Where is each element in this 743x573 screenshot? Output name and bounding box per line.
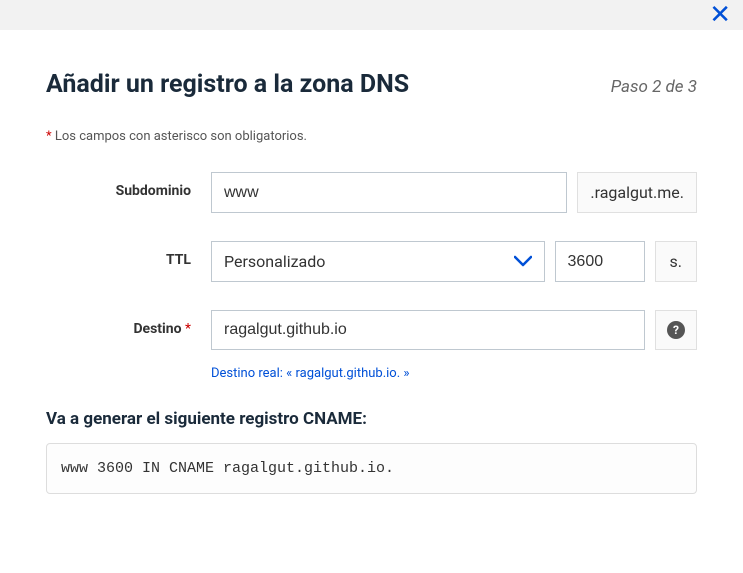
domain-suffix: .ragalgut.me. [577, 172, 697, 213]
close-icon[interactable]: ✕ [709, 2, 731, 28]
destino-input[interactable] [211, 310, 645, 350]
ttl-label: TTL [46, 241, 211, 268]
page-title: Añadir un registro a la zona DNS [46, 70, 409, 99]
help-icon: ? [667, 321, 685, 339]
preview-title: Va a generar el siguiente registro CNAME… [46, 409, 697, 429]
step-indicator: Paso 2 de 3 [611, 77, 697, 97]
required-note: * Los campos con asterisco son obligator… [46, 129, 697, 144]
ttl-select[interactable]: Personalizado [211, 241, 545, 282]
subdomain-input[interactable] [211, 172, 567, 213]
chevron-down-icon [514, 252, 532, 271]
destino-real-note: Destino real: « ragalgut.github.io. » [211, 360, 697, 381]
destino-row: Destino * ? Destino real: « ragalgut.git… [46, 310, 697, 381]
required-text: Los campos con asterisco son obligatorio… [55, 129, 307, 144]
destino-asterisk: * [185, 321, 191, 337]
cname-preview: www 3600 IN CNAME ragalgut.github.io. [46, 443, 697, 494]
ttl-select-value: Personalizado [224, 252, 325, 271]
ttl-value-input[interactable] [555, 241, 645, 282]
help-button[interactable]: ? [655, 310, 697, 350]
subdomain-row: Subdominio .ragalgut.me. [46, 172, 697, 213]
ttl-unit: s. [655, 241, 697, 282]
subdomain-label: Subdominio [46, 172, 211, 199]
asterisk-icon: * [46, 129, 52, 144]
ttl-row: TTL Personalizado s. [46, 241, 697, 282]
destino-label: Destino [133, 321, 181, 337]
